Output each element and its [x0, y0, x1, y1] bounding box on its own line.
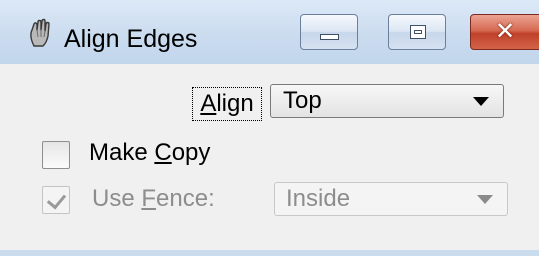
- use-fence-checkbox[interactable]: [42, 186, 70, 214]
- window-title: Align Edges: [64, 25, 198, 53]
- align-edges-dialog: Align Edges ✕ Align Top Make Copy Use Fe…: [0, 0, 539, 256]
- use-fence-mnemonic: F: [141, 185, 157, 212]
- align-dropdown[interactable]: Top: [270, 84, 504, 118]
- window-bottom-border: [0, 250, 539, 256]
- align-dropdown-value: Top: [283, 87, 322, 114]
- fence-mode-dropdown[interactable]: Inside: [274, 182, 508, 216]
- maximize-icon: [410, 25, 426, 39]
- chevron-down-icon: [477, 195, 493, 204]
- minimize-button[interactable]: [300, 14, 358, 50]
- maximize-button[interactable]: [388, 14, 446, 50]
- title-bar[interactable]: Align Edges ✕: [0, 0, 539, 64]
- use-fence-label: Use Fence:: [92, 185, 215, 212]
- checkmark-icon: [46, 189, 67, 210]
- make-copy-label[interactable]: Make Copy: [89, 138, 210, 168]
- align-label: Align: [192, 87, 262, 121]
- minimize-icon: [320, 34, 339, 40]
- close-icon: ✕: [495, 18, 516, 45]
- make-copy-checkbox[interactable]: [42, 141, 70, 169]
- align-label-mnemonic: A: [200, 90, 217, 117]
- chevron-down-icon: [473, 97, 489, 106]
- close-button[interactable]: ✕: [470, 14, 539, 50]
- microstation-hand-icon: [30, 18, 50, 47]
- fence-mode-dropdown-value: Inside: [286, 185, 351, 212]
- make-copy-mnemonic: C: [154, 139, 172, 166]
